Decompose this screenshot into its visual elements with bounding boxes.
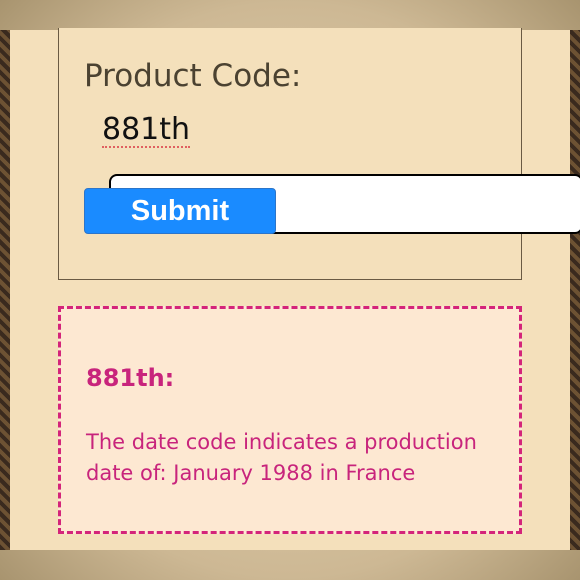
result-title: 881th:: [86, 364, 175, 392]
product-code-form: Product Code: 881th Submit: [58, 28, 580, 280]
result-card: 881th: The date code indicates a product…: [58, 306, 522, 534]
product-code-label: Product Code:: [84, 58, 302, 94]
product-code-input-value: 881th: [102, 112, 191, 148]
submit-button[interactable]: Submit: [84, 188, 276, 234]
content-panel: Product Code: 881th Submit 881th: The da…: [10, 28, 580, 550]
product-code-input-wrapper[interactable]: 881th: [84, 101, 580, 234]
result-text: The date code indicates a production dat…: [86, 430, 477, 485]
